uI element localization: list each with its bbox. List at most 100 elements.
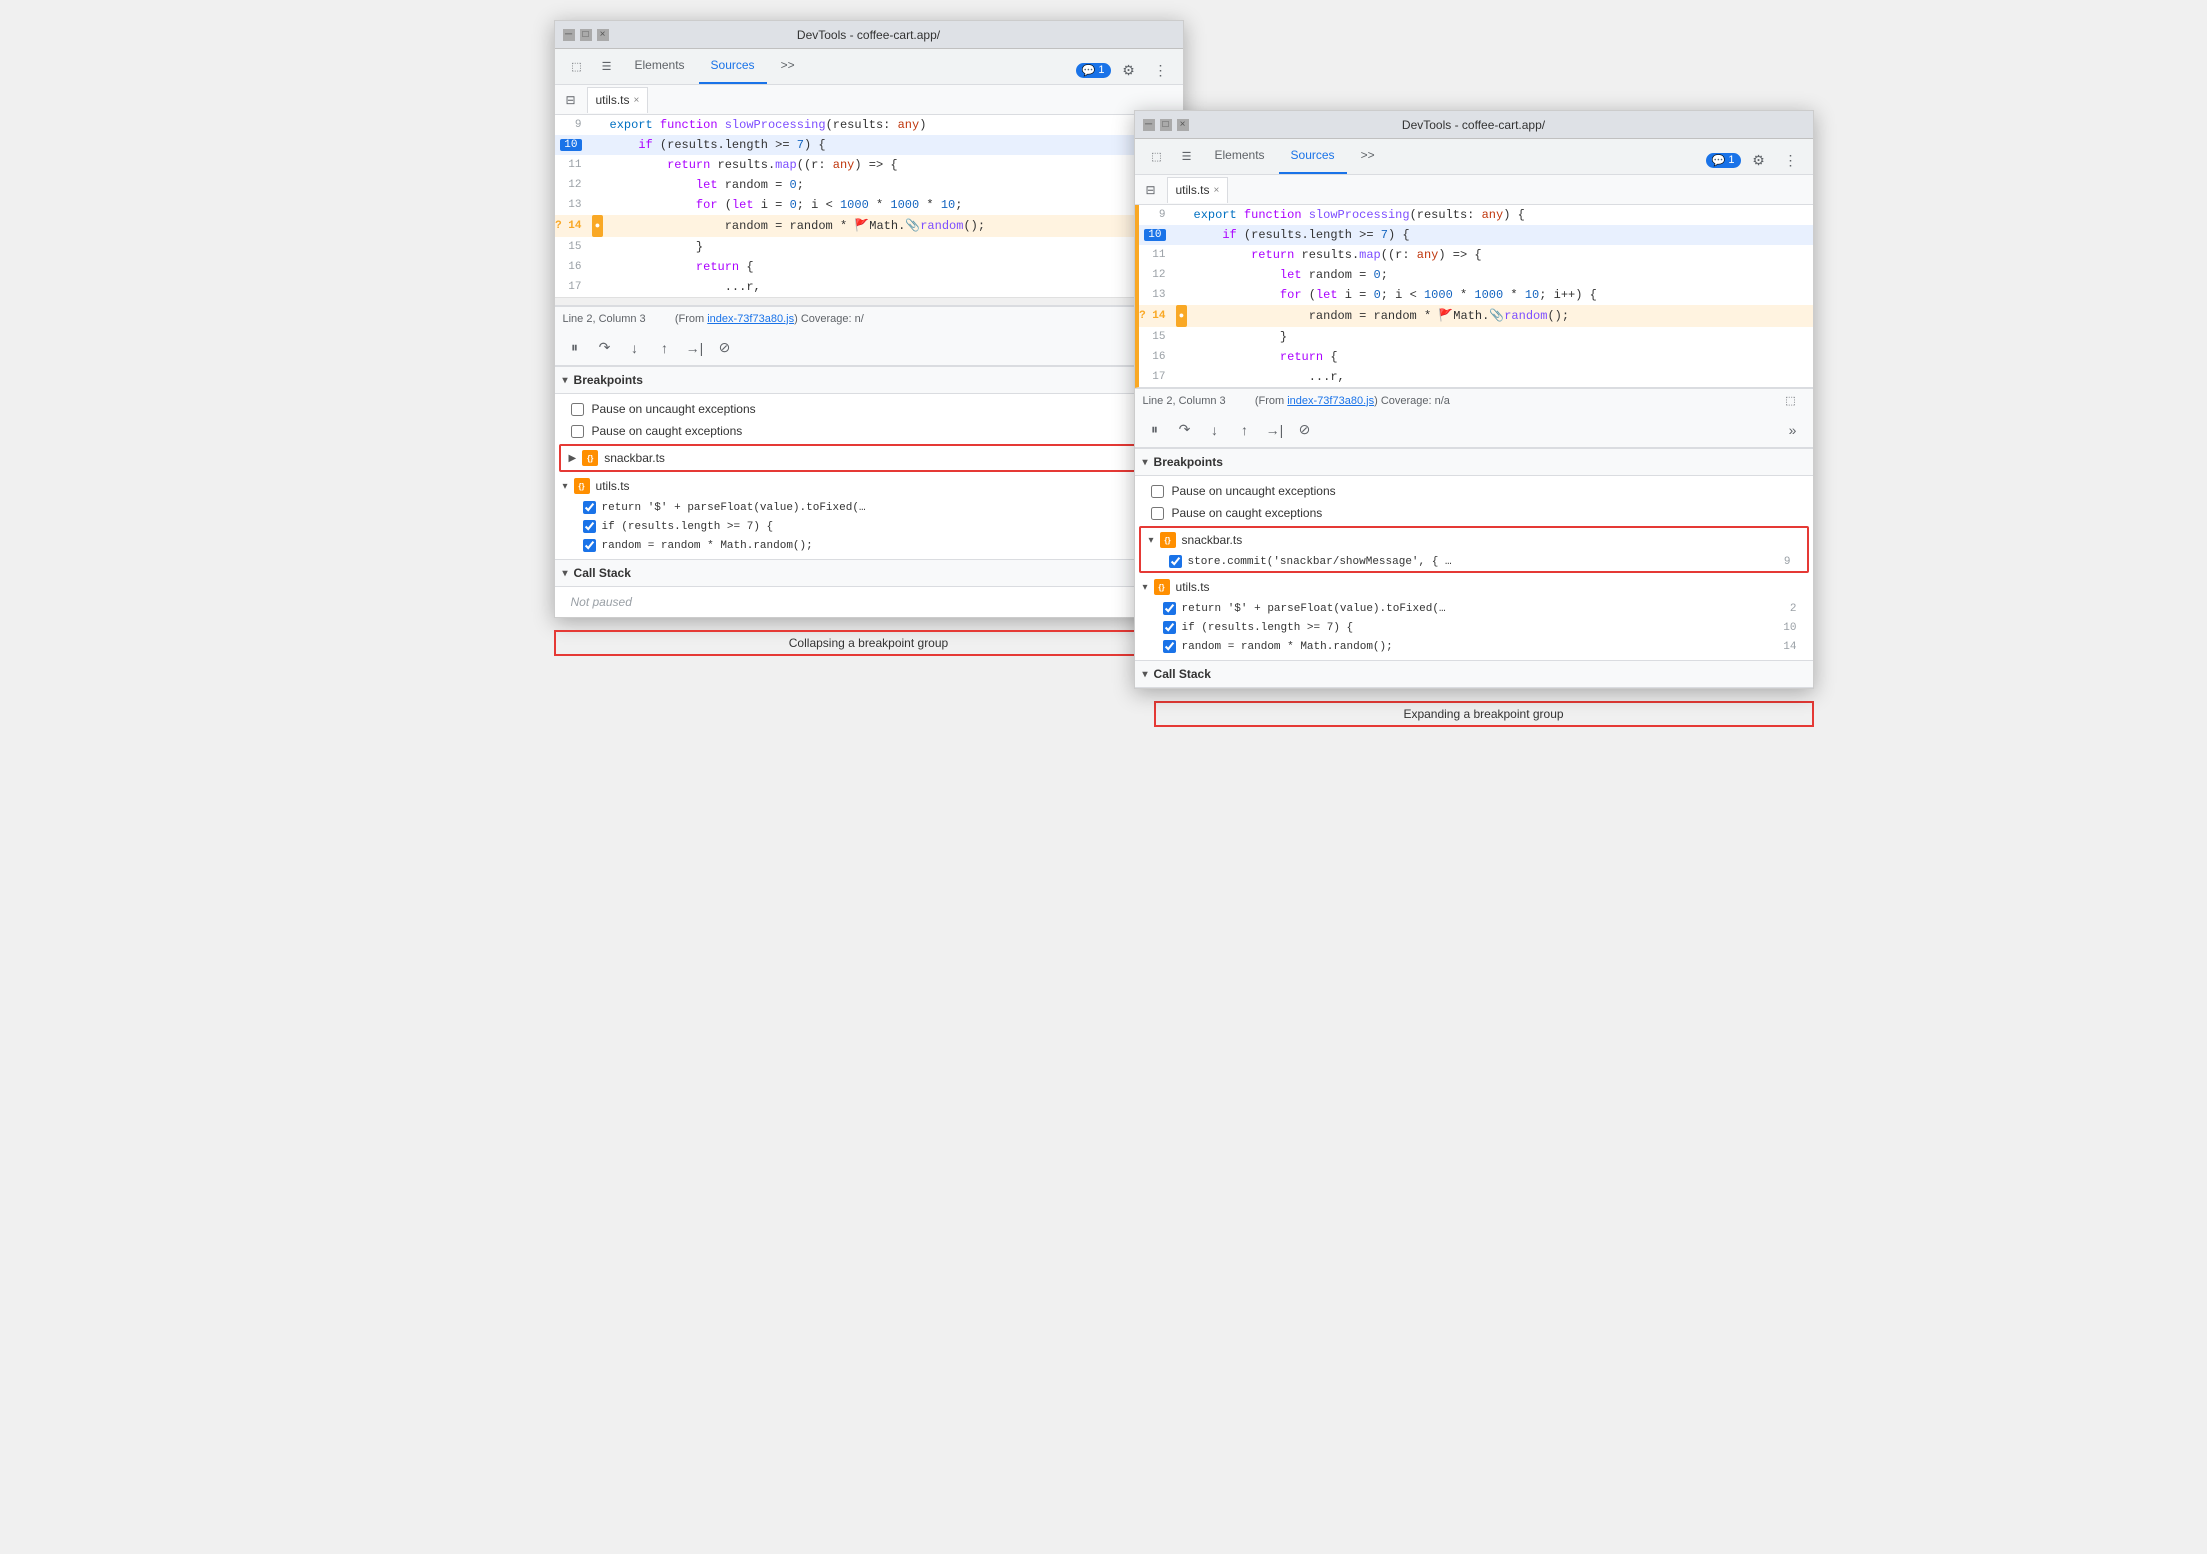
tab-sources-2[interactable]: Sources — [1279, 138, 1347, 174]
sidebar-toggle-1[interactable]: ⊟ — [559, 88, 583, 112]
breakpoints-arrow-2: ▾ — [1143, 457, 1148, 468]
close-btn-2[interactable]: × — [1177, 119, 1189, 131]
device-icon-1[interactable]: ☰ — [593, 52, 621, 80]
status-file-link-1[interactable]: index-73f73a80.js — [707, 313, 794, 325]
pause-btn-2[interactable]: ⏸ — [1143, 418, 1167, 442]
deactivate-btn-2[interactable]: ⊘ — [1293, 418, 1317, 442]
settings-icon-2[interactable]: ⚙ — [1745, 146, 1773, 174]
pause-uncaught-cb-2[interactable] — [1151, 485, 1164, 498]
tab-elements-2[interactable]: Elements — [1203, 138, 1277, 174]
line-num-12-2: 12 — [1139, 265, 1174, 285]
bp-group-snackbar-header-2[interactable]: ▾ {} snackbar.ts — [1141, 528, 1807, 552]
status-icon-2[interactable]: ⬚ — [1777, 387, 1805, 415]
tab-more-1[interactable]: >> — [769, 48, 807, 84]
more-icon-2[interactable]: ⋮ — [1777, 146, 1805, 174]
code-lines-1: 9 export function slowProcessing(results… — [555, 115, 1183, 297]
inspect-icon-1[interactable]: ⬚ — [563, 52, 591, 80]
bp-item-text-3-2: random = random * Math.random(); — [1182, 641, 1393, 653]
code-content-16-1: return { — [606, 257, 754, 277]
bp-group-utils-header-1[interactable]: ▾ {} utils.ts — [555, 474, 1183, 498]
bp-item-cb-3-1[interactable] — [583, 539, 596, 552]
breakpoints-content-1: Pause on uncaught exceptions Pause on ca… — [555, 394, 1183, 559]
tab-elements-1[interactable]: Elements — [623, 48, 697, 84]
tab-bar-left-2: ⬚ ☰ Elements Sources >> — [1139, 138, 1391, 174]
minimize-btn-1[interactable]: ─ — [563, 29, 575, 41]
devtools-window-1: ─ □ × DevTools - coffee-cart.app/ ⬚ ☰ El… — [554, 20, 1184, 618]
bp-group-snackbar-header-1[interactable]: ▶ {} snackbar.ts — [561, 446, 1177, 470]
bp-item-cb-3-2[interactable] — [1163, 640, 1176, 653]
step-into-btn-1[interactable]: ↓ — [623, 336, 647, 360]
step-btn-1[interactable]: →| — [683, 336, 707, 360]
status-from-1: (From index-73f73a80.js) — [666, 313, 801, 325]
tab-bar-2: ⬚ ☰ Elements Sources >> 💬 1 ⚙ ⋮ — [1135, 139, 1813, 175]
console-badge-2[interactable]: 💬 1 — [1706, 153, 1741, 168]
bp-group-utils-header-2[interactable]: ▾ {} utils.ts — [1135, 575, 1813, 599]
window-1: ─ □ × DevTools - coffee-cart.app/ ⬚ ☰ El… — [554, 20, 1184, 656]
bp-group-snackbar-arrow-1: ▶ — [569, 453, 577, 464]
pause-caught-cb-1[interactable] — [571, 425, 584, 438]
breakpoints-panel-2: ▾ Breakpoints Pause on uncaught exceptio… — [1135, 448, 1813, 660]
file-tab-utils-1[interactable]: utils.ts × — [587, 87, 649, 113]
breakpoints-header-1[interactable]: ▾ Breakpoints — [555, 367, 1183, 394]
tab-sources-1[interactable]: Sources — [699, 48, 767, 84]
step-into-btn-2[interactable]: ↓ — [1203, 418, 1227, 442]
line-num-15-1: 15 — [555, 237, 590, 257]
settings-icon-1[interactable]: ⚙ — [1115, 56, 1143, 84]
line-num-13-1: 13 — [555, 195, 590, 215]
device-icon-2[interactable]: ☰ — [1173, 142, 1201, 170]
step-over-btn-2[interactable]: ↷ — [1173, 418, 1197, 442]
more-debug-btn-2[interactable]: » — [1781, 418, 1805, 442]
bp-item-1-2: return '$' + parseFloat(value).toFixed(…… — [1135, 599, 1813, 618]
restore-btn-1[interactable]: □ — [580, 29, 592, 41]
call-stack-header-1[interactable]: ▾ Call Stack — [555, 560, 1183, 587]
call-stack-header-2[interactable]: ▾ Call Stack — [1135, 661, 1813, 688]
file-icon-snackbar-2: {} — [1160, 532, 1176, 548]
scrollbar-h-1[interactable] — [555, 297, 1183, 305]
breakpoints-header-2[interactable]: ▾ Breakpoints — [1135, 449, 1813, 476]
deactivate-btn-1[interactable]: ⊘ — [713, 336, 737, 360]
bp-group-snackbar-1: ▶ {} snackbar.ts — [559, 444, 1179, 472]
line-num-17-2: 17 — [1139, 367, 1174, 387]
pause-caught-cb-2[interactable] — [1151, 507, 1164, 520]
close-btn-1[interactable]: × — [597, 29, 609, 41]
inspect-icon-2[interactable]: ⬚ — [1143, 142, 1171, 170]
pause-uncaught-cb-1[interactable] — [571, 403, 584, 416]
file-tab-label-2: utils.ts — [1176, 183, 1210, 197]
bp-item-cb-1-2[interactable] — [1163, 602, 1176, 615]
file-close-1[interactable]: × — [634, 95, 640, 106]
code-content-9-2: export function slowProcessing(results: … — [1190, 205, 1525, 225]
step-out-btn-2[interactable]: ↑ — [1233, 418, 1257, 442]
code-area-1: 9 export function slowProcessing(results… — [555, 115, 1183, 306]
code-line-17-1: 17 ...r, — [555, 277, 1183, 297]
code-line-9-2: 9 export function slowProcessing(results… — [1139, 205, 1813, 225]
code-content-11-1: return results.map((r: any) => { — [606, 155, 898, 175]
file-tab-utils-2[interactable]: utils.ts × — [1167, 177, 1229, 203]
label-wrapper-1: Collapsing a breakpoint group — [554, 630, 1184, 656]
devtools-window-2: ─ □ × DevTools - coffee-cart.app/ ⬚ ☰ El… — [1134, 110, 1814, 689]
pause-btn-1[interactable]: ⏸ — [563, 336, 587, 360]
console-badge-1[interactable]: 💬 1 — [1076, 63, 1111, 78]
minimize-btn-2[interactable]: ─ — [1143, 119, 1155, 131]
file-icon-snackbar-1: {} — [582, 450, 598, 466]
breakpoints-title-1: Breakpoints — [574, 373, 643, 387]
restore-btn-2[interactable]: □ — [1160, 119, 1172, 131]
file-close-2[interactable]: × — [1214, 185, 1220, 196]
bp-item-cb-2-1[interactable] — [583, 520, 596, 533]
bp-item-cb-1-1[interactable] — [583, 501, 596, 514]
tab-more-2[interactable]: >> — [1349, 138, 1387, 174]
bp-item-cb-2-2[interactable] — [1163, 621, 1176, 634]
sidebar-toggle-2[interactable]: ⊟ — [1139, 178, 1163, 202]
step-btn-2[interactable]: →| — [1263, 418, 1287, 442]
status-file-link-2[interactable]: index-73f73a80.js — [1287, 395, 1374, 407]
bp-item-snackbar-cb-1-2[interactable] — [1169, 555, 1182, 568]
pause-uncaught-label-2: Pause on uncaught exceptions — [1172, 484, 1336, 498]
breakpoints-title-2: Breakpoints — [1154, 455, 1223, 469]
file-tab-bar-1: ⊟ utils.ts × — [555, 85, 1183, 115]
bp-item-3-1: random = random * Math.random(); 14 — [555, 536, 1183, 555]
step-over-btn-1[interactable]: ↷ — [593, 336, 617, 360]
console-icon-1: 💬 — [1082, 64, 1096, 77]
line-num-12-1: 12 — [555, 175, 590, 195]
bp-item-line-3-2: 14 — [1775, 641, 1796, 653]
code-line-9-1: 9 export function slowProcessing(results… — [555, 115, 1183, 135]
step-out-btn-1[interactable]: ↑ — [653, 336, 677, 360]
